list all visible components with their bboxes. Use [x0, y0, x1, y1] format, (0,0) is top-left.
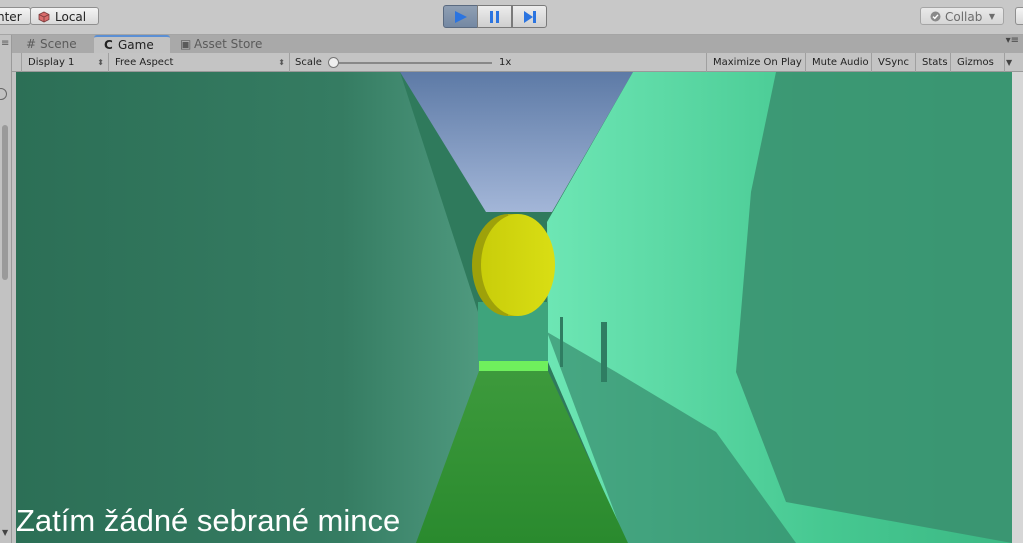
updown-icon: ⬍: [97, 58, 104, 67]
hash-icon: #: [26, 37, 37, 51]
coin-status-message: Zatím žádné sebrané mince: [16, 503, 401, 538]
scrollbar-thumb[interactable]: [2, 125, 8, 280]
search-icon[interactable]: [0, 88, 7, 100]
pause-button[interactable]: [477, 5, 512, 28]
pivot-local-button[interactable]: Local: [30, 7, 99, 25]
updown-icon: ⬍: [278, 58, 285, 67]
chevron-down-icon: ▼: [988, 12, 995, 21]
gizmos-menu-arrow[interactable]: ▼: [1005, 53, 1016, 72]
main-toolbar: nter Local Collab ▼: [0, 0, 1023, 35]
display-label: Display 1: [28, 57, 75, 68]
game-viewport[interactable]: Zatím žádné sebrané mince: [16, 72, 1012, 543]
scale-value: 1x: [499, 57, 512, 68]
view-tabs: # Scene C Game ▣ Asset Store ▾≡: [12, 35, 1023, 53]
play-button[interactable]: [443, 5, 478, 28]
collab-button[interactable]: Collab ▼: [920, 7, 1004, 25]
vsync-label: VSync: [878, 57, 909, 68]
pivot-local-label: Local: [55, 10, 87, 24]
collab-label: Collab: [945, 10, 983, 24]
scale-label: Scale: [295, 57, 322, 68]
tab-label: Scene: [40, 37, 77, 51]
cube-icon: [38, 11, 50, 23]
account-button[interactable]: [1015, 7, 1023, 25]
pivot-center-button[interactable]: nter: [0, 7, 31, 25]
maximize-on-play-label: Maximize On Play: [713, 57, 802, 68]
hierarchy-panel-edge: ≡ ▼: [0, 35, 12, 543]
pause-icon: [490, 11, 499, 23]
stats-toggle[interactable]: Stats: [916, 53, 951, 72]
tab-label: Asset Store: [194, 37, 263, 51]
tab-asset-store[interactable]: ▣ Asset Store: [178, 36, 262, 53]
play-icon: [455, 11, 467, 23]
gizmos-label: Gizmos: [957, 57, 994, 68]
mute-audio-label: Mute Audio: [812, 57, 869, 68]
panel-menu-icon[interactable]: ≡: [1, 39, 9, 49]
display-dropdown[interactable]: Display 1 ⬍: [21, 53, 109, 72]
tab-game[interactable]: C Game: [94, 35, 170, 53]
maximize-on-play-toggle[interactable]: Maximize On Play: [706, 53, 806, 72]
right-panel-edge: [1012, 72, 1023, 543]
vsync-toggle[interactable]: VSync: [872, 53, 916, 72]
gizmos-toggle[interactable]: Gizmos: [951, 53, 1005, 72]
scale-control: Scale 1x: [290, 53, 708, 72]
aspect-dropdown[interactable]: Free Aspect ⬍: [109, 53, 290, 72]
stats-label: Stats: [922, 57, 948, 68]
step-button[interactable]: [512, 5, 547, 28]
game-scene: [16, 72, 1012, 543]
pacman-icon: C: [104, 38, 113, 52]
scroll-down-icon[interactable]: ▼: [2, 528, 8, 537]
scale-slider-thumb[interactable]: [328, 57, 339, 68]
tab-scene[interactable]: # Scene: [24, 36, 77, 53]
check-circle-icon: [930, 11, 941, 22]
aspect-label: Free Aspect: [115, 57, 174, 68]
tab-menu-icon[interactable]: ▾≡: [1006, 35, 1019, 46]
mute-audio-toggle[interactable]: Mute Audio: [806, 53, 872, 72]
playmode-controls: [443, 5, 547, 28]
chevron-down-icon: ▼: [1006, 58, 1013, 67]
scale-slider-track[interactable]: [332, 62, 492, 64]
tab-label: Game: [118, 38, 154, 52]
game-view-toolbar: Display 1 ⬍ Free Aspect ⬍ Scale 1x Maxim…: [12, 53, 1023, 72]
bag-icon: ▣: [180, 37, 192, 51]
pivot-center-label: nter: [0, 10, 22, 24]
step-icon: [524, 11, 536, 23]
